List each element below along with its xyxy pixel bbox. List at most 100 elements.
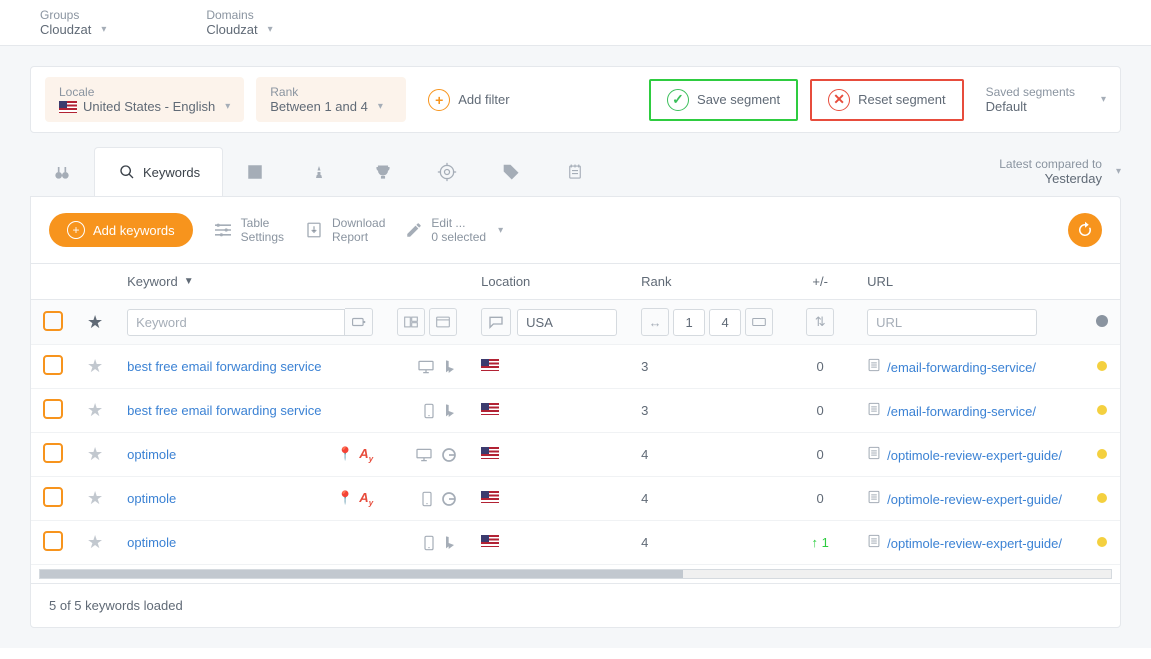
keyword-filter-input[interactable] xyxy=(127,309,345,336)
url-link[interactable]: /email-forwarding-service/ xyxy=(887,404,1036,419)
search-icon xyxy=(117,162,137,182)
row-checkbox[interactable] xyxy=(43,399,63,419)
location-filter-input[interactable] xyxy=(517,309,617,336)
binoculars-tab[interactable] xyxy=(30,148,94,196)
notes-tab[interactable] xyxy=(543,148,607,196)
star-icon[interactable]: ★ xyxy=(87,444,103,464)
locale-value: United States - English xyxy=(83,99,215,114)
url-link[interactable]: /optimole-review-expert-guide/ xyxy=(887,536,1062,551)
rank-to-input[interactable] xyxy=(709,309,741,336)
keyword-header[interactable]: Keyword▼ xyxy=(127,274,373,289)
calendar-tab[interactable] xyxy=(223,148,287,196)
keyword-link[interactable]: optimole xyxy=(127,535,176,550)
pin-icon: 📍 xyxy=(337,490,353,508)
download-sub: Report xyxy=(332,230,385,244)
refresh-button[interactable] xyxy=(1068,213,1102,247)
domains-value: Cloudzat xyxy=(206,22,257,37)
chess-tab[interactable] xyxy=(287,148,351,196)
range-icon[interactable]: ↔ xyxy=(641,308,669,336)
reset-segment-button[interactable]: ✕ Reset segment xyxy=(810,79,963,121)
row-checkbox[interactable] xyxy=(43,531,63,551)
keyword-link[interactable]: best free email forwarding service xyxy=(127,403,321,418)
domains-selector[interactable]: Domains Cloudzat▾ xyxy=(206,8,272,37)
trophy-tab[interactable] xyxy=(351,148,415,196)
keyword-link[interactable]: optimole xyxy=(127,491,176,506)
table-footer: 5 of 5 keywords loaded xyxy=(31,583,1120,627)
star-icon[interactable]: ★ xyxy=(87,488,103,508)
url-link[interactable]: /optimole-review-expert-guide/ xyxy=(887,448,1062,463)
flag-us-icon xyxy=(481,491,499,503)
bing-icon xyxy=(443,403,457,419)
status-dot-icon xyxy=(1097,405,1107,415)
sort-change-icon[interactable]: ⇅ xyxy=(806,308,834,336)
rank-cell: 4 xyxy=(629,521,785,565)
rank-header[interactable]: Rank xyxy=(629,264,785,300)
main-area: Locale United States - English▾ Rank Bet… xyxy=(0,46,1151,648)
keywords-tab[interactable]: Keywords xyxy=(94,147,223,196)
row-checkbox[interactable] xyxy=(43,443,63,463)
change-header[interactable]: +/- xyxy=(785,264,855,300)
edit-top: Edit ... xyxy=(431,216,486,230)
table-row: ★optimole4↑ 1/optimole-review-expert-gui… xyxy=(31,521,1120,565)
tag-tab[interactable] xyxy=(479,148,543,196)
table-settings-button[interactable]: TableSettings xyxy=(213,216,284,245)
saved-segments-selector[interactable]: Saved segments Default xyxy=(976,85,1085,114)
keyboard-icon[interactable] xyxy=(745,308,773,336)
table-filter-row: ★ xyxy=(31,300,1120,345)
keyword-link[interactable]: optimole xyxy=(127,447,176,462)
download-top: Download xyxy=(332,216,385,230)
status-filter-icon[interactable] xyxy=(1096,315,1108,327)
star-icon[interactable]: ★ xyxy=(87,400,103,420)
flag-us-icon xyxy=(481,447,499,459)
window-filter-icon[interactable] xyxy=(429,308,457,336)
mobile-icon xyxy=(423,403,435,419)
row-checkbox[interactable] xyxy=(43,355,63,375)
document-icon xyxy=(867,360,881,375)
comparison-selector[interactable]: Latest compared to Yesterday xyxy=(999,157,1112,186)
chevron-down-icon: ▾ xyxy=(498,225,503,236)
url-link[interactable]: /optimole-review-expert-guide/ xyxy=(887,492,1062,507)
comparison-label: Latest compared to xyxy=(999,157,1102,171)
edit-selected-button[interactable]: Edit ...0 selected ▾ xyxy=(405,216,503,245)
url-header[interactable]: URL xyxy=(855,264,1084,300)
toolbar: + Add keywords TableSettings DownloadRep… xyxy=(31,197,1120,263)
rank-from-input[interactable] xyxy=(673,309,705,336)
star-filter-icon[interactable]: ★ xyxy=(87,312,103,332)
horizontal-scrollbar[interactable] xyxy=(39,569,1112,579)
row-checkbox[interactable] xyxy=(43,487,63,507)
location-header[interactable]: Location xyxy=(469,264,629,300)
document-icon xyxy=(867,404,881,419)
groups-selector[interactable]: Groups Cloudzat▾ xyxy=(40,8,106,37)
document-icon xyxy=(867,448,881,463)
chess-icon xyxy=(309,162,329,182)
url-filter-input[interactable] xyxy=(867,309,1037,336)
status-dot-icon xyxy=(1097,449,1107,459)
google-icon xyxy=(441,447,457,463)
download-report-button[interactable]: DownloadReport xyxy=(304,216,385,245)
chat-filter-icon[interactable] xyxy=(481,308,511,336)
tag-filter-icon[interactable] xyxy=(345,308,373,336)
add-keywords-button[interactable]: + Add keywords xyxy=(49,213,193,247)
star-icon[interactable]: ★ xyxy=(87,532,103,552)
bing-icon xyxy=(443,535,457,551)
star-icon[interactable]: ★ xyxy=(87,356,103,376)
layout-filter-icon[interactable] xyxy=(397,308,425,336)
keyword-link[interactable]: best free email forwarding service xyxy=(127,359,321,374)
mobile-icon xyxy=(423,535,435,551)
up-arrow-icon: ↑ xyxy=(811,535,818,550)
rank-filter[interactable]: Rank Between 1 and 4▾ xyxy=(256,77,406,122)
top-nav: Groups Cloudzat▾ Domains Cloudzat▾ xyxy=(0,0,1151,46)
google-icon xyxy=(441,491,457,507)
bing-icon xyxy=(443,359,457,375)
chevron-down-icon: ▾ xyxy=(1116,166,1121,177)
save-segment-button[interactable]: ✓ Save segment xyxy=(649,79,798,121)
reset-segment-label: Reset segment xyxy=(858,92,945,107)
add-filter-button[interactable]: + Add filter xyxy=(418,89,519,111)
add-keywords-label: Add keywords xyxy=(93,223,175,238)
select-all-checkbox[interactable] xyxy=(43,311,63,331)
url-link[interactable]: /email-forwarding-service/ xyxy=(887,360,1036,375)
target-tab[interactable] xyxy=(415,148,479,196)
save-segment-label: Save segment xyxy=(697,92,780,107)
table-header-row: Keyword▼ Location Rank +/- URL xyxy=(31,264,1120,300)
locale-filter[interactable]: Locale United States - English▾ xyxy=(45,77,244,122)
